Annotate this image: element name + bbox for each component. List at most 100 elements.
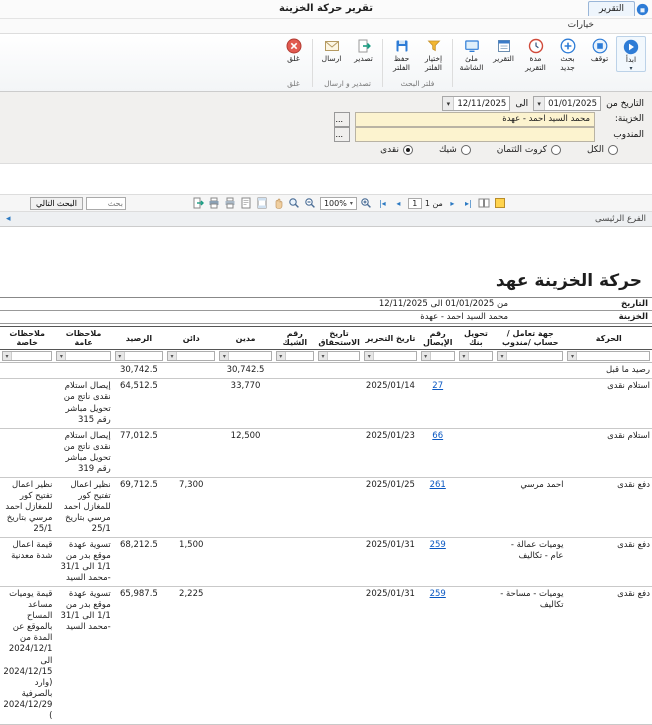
column-filter-combo-due-date[interactable]: ▾ bbox=[318, 351, 360, 361]
info-treasury-value: محمد السيد احمد - عهدة bbox=[0, 311, 600, 324]
funnel-icon bbox=[426, 38, 442, 54]
chevron-down-icon: ▾ bbox=[460, 352, 469, 360]
report-button[interactable]: التقرير bbox=[488, 36, 519, 72]
radio-all[interactable]: الكل bbox=[587, 145, 618, 155]
new-search-button[interactable]: بحث جديد bbox=[552, 36, 583, 72]
page-setup-icon[interactable] bbox=[240, 197, 253, 210]
receipt-link[interactable]: 259 bbox=[430, 540, 446, 550]
cell-balance: 65,987.5 bbox=[113, 587, 165, 725]
filter-cell-credit: ▾ bbox=[165, 350, 217, 363]
table-row: استلام نقدى662025/01/2312,50077,012.5إيص… bbox=[0, 428, 652, 477]
page-number-box[interactable]: 1 bbox=[408, 198, 422, 209]
cell-debit: 12,500 bbox=[217, 428, 273, 477]
quick-print-icon[interactable] bbox=[224, 197, 237, 210]
next-page-icon[interactable]: ▸ bbox=[446, 197, 459, 210]
search-input[interactable] bbox=[86, 197, 126, 210]
multiple-pages-icon[interactable] bbox=[478, 197, 491, 210]
cell-receipt-no: 259 bbox=[419, 538, 457, 587]
column-filter-combo-general-notes[interactable]: ▾ bbox=[56, 351, 110, 361]
treasury-field[interactable]: محمد السيد احمد - عهدة bbox=[355, 112, 595, 127]
column-filter-combo-private-notes[interactable]: ▾ bbox=[2, 351, 52, 361]
page-color-icon[interactable] bbox=[494, 197, 507, 210]
export-document-icon[interactable] bbox=[192, 197, 205, 210]
column-filter-combo-receipt-no[interactable]: ▾ bbox=[421, 351, 455, 361]
magnifier-icon[interactable] bbox=[288, 197, 301, 210]
cell-credit: 1,500 bbox=[165, 538, 217, 587]
start-label: ابدأ bbox=[626, 56, 636, 65]
cell-general-notes bbox=[54, 363, 112, 379]
next-search-button[interactable]: البحث التالي bbox=[30, 197, 83, 210]
print-icon[interactable] bbox=[208, 197, 221, 210]
agent-field[interactable] bbox=[355, 127, 595, 142]
column-filter-combo-debit[interactable]: ▾ bbox=[219, 351, 271, 361]
column-header-check-no: رقم الشيك bbox=[274, 327, 316, 350]
column-filter-combo-balance[interactable]: ▾ bbox=[115, 351, 163, 361]
stop-button[interactable]: توقف bbox=[584, 36, 615, 72]
radio-cash[interactable]: نقدى bbox=[380, 145, 413, 155]
cell-movement: استلام نقدى bbox=[565, 379, 652, 428]
date-to-combo[interactable]: 12/11/2025 ▾ bbox=[442, 96, 510, 111]
export-button[interactable]: تصدير bbox=[348, 36, 379, 64]
agent-browse-button[interactable]: ... bbox=[334, 127, 350, 142]
send-button[interactable]: ارسال bbox=[316, 36, 347, 64]
receipt-link[interactable]: 27 bbox=[432, 381, 443, 391]
cell-issue-date: 2025/01/25 bbox=[362, 477, 418, 537]
column-filter-combo-bank-transfer[interactable]: ▾ bbox=[459, 351, 493, 361]
start-button[interactable]: ابدأ ▾ bbox=[616, 36, 646, 72]
cell-due-date bbox=[316, 363, 362, 379]
radio-circle[interactable] bbox=[551, 145, 561, 155]
report-title: حركة الخزينة عهد bbox=[0, 271, 652, 297]
radio-circle[interactable] bbox=[461, 145, 471, 155]
ribbon-separator bbox=[452, 39, 453, 87]
date-to-value: 12/11/2025 bbox=[454, 99, 509, 109]
ribbon-group-label-export-send: تصدير و ارسال bbox=[316, 78, 379, 90]
first-page-icon[interactable]: |◂ bbox=[376, 197, 389, 210]
cell-issue-date: 2025/01/31 bbox=[362, 538, 418, 587]
cell-movement: استلام نقدى bbox=[565, 428, 652, 477]
cell-debit: 30,742.5 bbox=[217, 363, 273, 379]
chevron-down-icon: ▾ bbox=[568, 352, 577, 360]
tab-options[interactable]: خيارات bbox=[558, 19, 604, 31]
filter-cell-balance: ▾ bbox=[113, 350, 165, 363]
save-filter-button[interactable]: حفظ الفلتر bbox=[386, 36, 417, 72]
receipt-link[interactable]: 66 bbox=[432, 431, 443, 441]
fullscreen-button[interactable]: ملئ الشاشة bbox=[456, 36, 487, 72]
column-filter-combo-issue-date[interactable]: ▾ bbox=[364, 351, 416, 361]
column-filter-combo-credit[interactable]: ▾ bbox=[167, 351, 215, 361]
cell-receipt-no: 27 bbox=[419, 379, 457, 428]
cell-credit bbox=[165, 379, 217, 428]
fullscreen-label: ملئ الشاشة bbox=[456, 55, 487, 72]
zoom-combo[interactable]: 100% ▾ bbox=[320, 197, 357, 210]
zoom-out-icon[interactable] bbox=[304, 197, 317, 210]
choose-filter-button[interactable]: إختيار الفلتر bbox=[418, 36, 449, 72]
chevron-down-icon: ▾ bbox=[365, 352, 374, 360]
receipt-link[interactable]: 259 bbox=[430, 589, 446, 599]
date-to-label: الى bbox=[515, 99, 528, 109]
column-filter-combo-party[interactable]: ▾ bbox=[497, 351, 563, 361]
radio-circle[interactable] bbox=[608, 145, 618, 155]
info-row: التاريخ من 01/01/2025 الى 12/11/2025 bbox=[0, 298, 652, 311]
report-duration-button[interactable]: مدة التقرير bbox=[520, 36, 551, 72]
zoom-in-icon[interactable] bbox=[360, 197, 373, 210]
column-filter-combo-movement[interactable]: ▾ bbox=[567, 351, 650, 361]
header-footer-icon[interactable] bbox=[256, 197, 269, 210]
app-icon[interactable] bbox=[636, 3, 649, 16]
collapse-panel-icon[interactable]: ◂ bbox=[6, 214, 11, 224]
chevron-down-icon[interactable]: ▾ bbox=[443, 97, 454, 110]
close-button[interactable]: غلق bbox=[278, 36, 309, 64]
previous-page-icon[interactable]: ◂ bbox=[392, 197, 405, 210]
report-grid-icon bbox=[496, 38, 512, 54]
date-from-combo[interactable]: 01/01/2025 ▾ bbox=[533, 96, 601, 111]
treasury-browse-button[interactable]: ... bbox=[334, 112, 350, 127]
radio-check[interactable]: شيك bbox=[439, 145, 471, 155]
hand-tool-icon[interactable] bbox=[272, 197, 285, 210]
branch-tab-label[interactable]: الفرع الرئيسى bbox=[595, 214, 646, 224]
tab-report[interactable]: التقرير bbox=[588, 1, 635, 16]
radio-credit-cards[interactable]: كروت الئتمان bbox=[497, 145, 561, 155]
cell-private-notes: نظير اعمال تفتيح كور للمغازل احمد مرسي ب… bbox=[0, 477, 54, 537]
column-filter-combo-check-no[interactable]: ▾ bbox=[276, 351, 314, 361]
chevron-down-icon[interactable]: ▾ bbox=[534, 97, 545, 110]
radio-circle-selected[interactable] bbox=[403, 145, 413, 155]
last-page-icon[interactable]: ▸| bbox=[462, 197, 475, 210]
receipt-link[interactable]: 261 bbox=[430, 480, 446, 490]
